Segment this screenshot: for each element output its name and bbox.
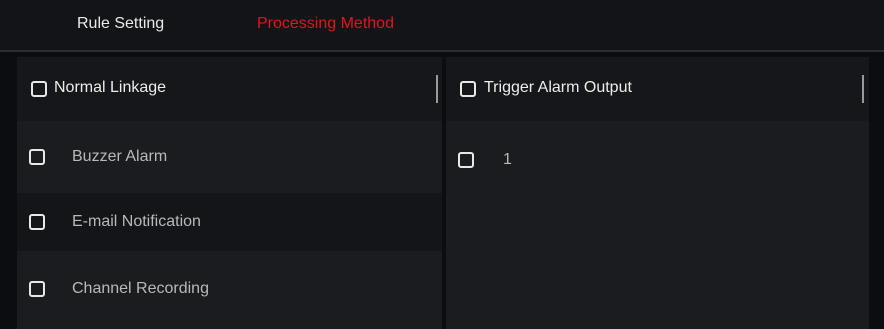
- normal-linkage-header: Normal Linkage: [17, 57, 442, 121]
- alarm-output-1-label: 1: [503, 151, 512, 168]
- normal-linkage-checkbox[interactable]: [31, 81, 47, 97]
- trigger-alarm-output-header: Trigger Alarm Output: [446, 57, 869, 121]
- buzzer-alarm-label: Buzzer Alarm: [72, 148, 168, 165]
- tab-bar: Rule Setting Processing Method: [0, 0, 884, 52]
- normal-linkage-label: Normal Linkage: [54, 79, 167, 96]
- trigger-alarm-output-checkbox[interactable]: [460, 81, 476, 97]
- email-notification-checkbox[interactable]: [29, 214, 45, 230]
- column-divider: [436, 75, 438, 103]
- column-divider: [862, 75, 864, 103]
- trigger-alarm-output-label: Trigger Alarm Output: [484, 79, 632, 96]
- buzzer-alarm-checkbox[interactable]: [29, 149, 45, 165]
- tab-processing-method[interactable]: Processing Method: [257, 15, 394, 33]
- list-item-alarm-output-1[interactable]: 1: [446, 131, 869, 189]
- normal-linkage-panel: Normal Linkage Buzzer Alarm E-mail Notif…: [17, 57, 442, 329]
- list-item-email-notification[interactable]: E-mail Notification: [17, 193, 442, 251]
- list-item-buzzer-alarm[interactable]: Buzzer Alarm: [17, 128, 442, 186]
- trigger-alarm-output-panel: Trigger Alarm Output 1: [446, 57, 869, 329]
- email-notification-label: E-mail Notification: [72, 213, 201, 230]
- channel-recording-label: Channel Recording: [72, 280, 209, 297]
- channel-recording-checkbox[interactable]: [29, 281, 45, 297]
- tab-rule-setting[interactable]: Rule Setting: [77, 15, 164, 33]
- alarm-output-1-checkbox[interactable]: [458, 152, 474, 168]
- list-item-channel-recording[interactable]: Channel Recording: [17, 260, 442, 318]
